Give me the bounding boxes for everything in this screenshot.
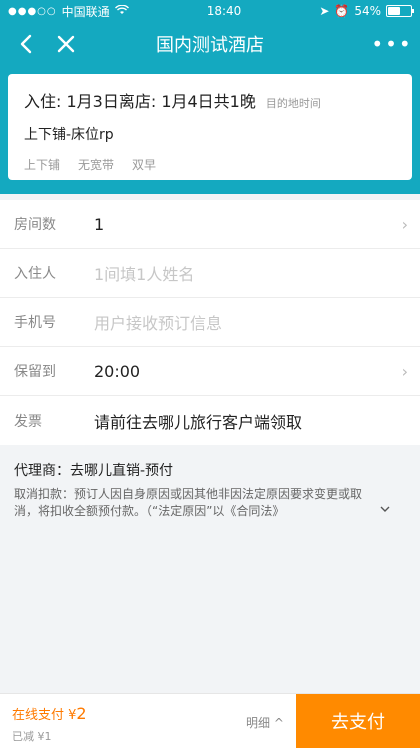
- nav-bar: 国内测试酒店 •••: [0, 22, 420, 66]
- stay-hint: 目的地时间: [265, 97, 321, 110]
- expand-policy-button[interactable]: [380, 502, 390, 516]
- invoice-value: 请前往去哪儿旅行客户端领取: [94, 412, 303, 432]
- invoice-row: 发票 请前往去哪儿旅行客户端领取: [0, 396, 420, 445]
- pay-label: 在线支付 ¥: [12, 708, 77, 723]
- phone-row: 手机号 用户接收预订信息: [0, 298, 420, 347]
- booking-form: 房间数 1 › 入住人 1间填1人姓名 手机号 用户接收预订信息 保留到 20:…: [0, 200, 420, 445]
- battery-percent: 54%: [354, 4, 381, 18]
- room-tags: 上下铺 无宽带 双早: [24, 156, 396, 173]
- room-name: 上下铺-床位rp: [24, 127, 114, 143]
- hold-time-label: 保留到: [14, 364, 56, 380]
- detail-label: 明细: [246, 716, 271, 730]
- battery-icon: [386, 5, 414, 17]
- carrier-label: 中国联通: [61, 4, 110, 19]
- discount-text: 已减 ¥1: [12, 730, 52, 743]
- stay-dates: 入住: 1月3日离店: 1月4日共1晚: [24, 92, 256, 111]
- chevron-up-icon: ^: [273, 716, 284, 730]
- hold-time-row[interactable]: 保留到 20:00 ›: [0, 347, 420, 396]
- alarm-icon: ⏰: [334, 4, 350, 18]
- chevron-down-icon: [380, 506, 390, 512]
- chevron-right-icon: ›: [401, 361, 408, 381]
- pay-amount: 2: [76, 704, 87, 723]
- more-icon: •••: [371, 32, 413, 56]
- room-tag: 双早: [132, 158, 157, 172]
- guest-label: 入住人: [14, 266, 56, 282]
- price-detail-button[interactable]: 明细 ^: [246, 714, 284, 731]
- status-bar: ●●●○○ 中国联通 18:40 ➤ ⏰ 54%: [0, 0, 420, 22]
- location-icon: ➤: [319, 4, 330, 18]
- clock-time: 18:40: [206, 4, 242, 18]
- battery-fill: [388, 7, 400, 15]
- guest-row: 入住人 1间填1人姓名: [0, 249, 420, 298]
- invoice-label: 发票: [14, 413, 42, 430]
- room-tag: 无宽带: [78, 158, 115, 172]
- page-title: 国内测试酒店: [156, 35, 264, 56]
- chevron-right-icon: ›: [401, 214, 408, 234]
- wifi-icon: [114, 4, 129, 18]
- rooms-value: 1: [94, 214, 105, 234]
- chevron-left-icon: [20, 34, 32, 54]
- online-payment-total: 在线支付 ¥2: [12, 704, 87, 723]
- pay-button[interactable]: 去支付: [296, 694, 420, 748]
- guest-name-input[interactable]: 1间填1人姓名: [94, 261, 408, 285]
- rooms-label: 房间数: [14, 217, 56, 233]
- room-tag: 上下铺: [24, 158, 61, 172]
- close-icon: [57, 35, 75, 53]
- close-button[interactable]: [50, 28, 82, 60]
- back-button[interactable]: [10, 28, 42, 60]
- phone-label: 手机号: [14, 315, 56, 331]
- booking-card: 入住: 1月3日离店: 1月4日共1晚 目的地时间 上下铺-床位rp 上下铺 无…: [8, 74, 412, 180]
- agent-info: 代理商：去哪儿直销-预付: [14, 463, 174, 479]
- more-button[interactable]: •••: [371, 28, 413, 60]
- signal-icon: ●●●○○: [8, 5, 57, 17]
- payment-footer: 在线支付 ¥2 已减 ¥1 明细 ^ 去支付: [0, 693, 420, 748]
- hold-time-value: 20:00: [94, 361, 141, 381]
- phone-input[interactable]: 用户接收预订信息: [94, 310, 408, 334]
- cancel-policy: 取消扣款：预订人因自身原因或因其他非因法定原因要求变更或取消，将扣收全额预付款。…: [14, 487, 363, 518]
- rooms-row[interactable]: 房间数 1 ›: [0, 200, 420, 249]
